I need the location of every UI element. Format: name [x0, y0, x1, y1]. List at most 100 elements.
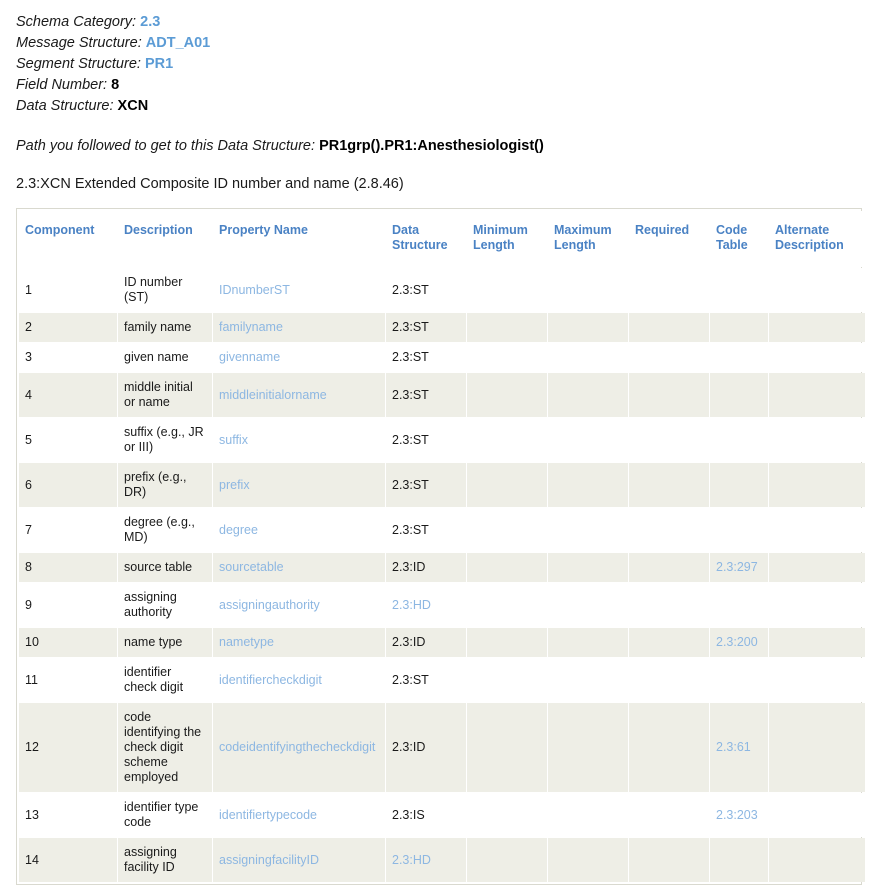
cell-code-table-text: 2.3:61: [716, 740, 751, 754]
cell-component: 4: [19, 373, 117, 417]
cell-code-table[interactable]: 2.3:203: [710, 793, 768, 837]
cell-code-table[interactable]: 2.3:200: [710, 628, 768, 657]
cell-data-structure-text: 2.3:ID: [392, 740, 426, 754]
cell-component-text: 3: [25, 350, 32, 364]
cell-alternate-description: [769, 658, 865, 702]
cell-alternate-description: [769, 508, 865, 552]
cell-property-name[interactable]: identifiercheckdigit: [213, 658, 385, 702]
cell-property-name[interactable]: codeidentifyingthecheckdigit: [213, 703, 385, 792]
table-row: 7 degree (e.g., MD) degree 2.3:ST: [19, 508, 865, 552]
cell-description: suffix (e.g., JR or III): [118, 418, 212, 462]
cell-data-structure: 2.3:IS: [386, 793, 466, 837]
cell-property-name-text: nametype: [219, 635, 274, 649]
cell-data-structure[interactable]: 2.3:HD: [386, 838, 466, 882]
cell-property-name-text: assigningfacilityID: [219, 852, 320, 867]
cell-component-text: 13: [25, 807, 39, 822]
cell-property-name[interactable]: degree: [213, 508, 385, 552]
cell-required: [629, 553, 709, 582]
cell-maximum-length: [548, 703, 628, 792]
column-header-property-name: Property Name: [213, 211, 385, 267]
cell-property-name[interactable]: prefix: [213, 463, 385, 507]
cell-component: 9: [19, 583, 117, 627]
cell-alternate-description: [769, 268, 865, 312]
cell-alternate-description: [769, 373, 865, 417]
schema-table-body: 1 ID number (ST) IDnumberST 2.3:ST 2 family n…: [19, 268, 865, 882]
meta-value-schema-category[interactable]: 2.3: [140, 14, 160, 30]
cell-code-table: [710, 508, 768, 552]
table-row: 11 identifier check digit identifiercheckd…: [19, 658, 865, 702]
cell-maximum-length: [548, 583, 628, 627]
cell-required: [629, 793, 709, 837]
cell-minimum-length: [467, 373, 547, 417]
meta-label-message-structure: Message Structure:: [16, 35, 142, 51]
cell-property-name-text: middleinitialorname: [219, 387, 327, 402]
schema-table-head: Component Description Property Name Data…: [19, 211, 865, 267]
meta-value-segment-structure[interactable]: PR1: [145, 56, 173, 72]
cell-data-structure-text: 2.3:HD: [392, 597, 431, 612]
cell-property-name[interactable]: familyname: [213, 313, 385, 342]
cell-property-name-text: identifiercheckdigit: [219, 672, 322, 687]
cell-property-name[interactable]: IDnumberST: [213, 268, 385, 312]
cell-code-table[interactable]: 2.3:297: [710, 553, 768, 582]
cell-alternate-description: [769, 343, 865, 372]
cell-property-name-text: sourcetable: [219, 560, 284, 574]
cell-component: 5: [19, 418, 117, 462]
meta-value-field-number: 8: [111, 77, 120, 93]
table-row: 13 identifier type code identifiertypecode…: [19, 793, 865, 837]
cell-required: [629, 628, 709, 657]
cell-description: code identifying the check digit scheme …: [118, 703, 212, 792]
cell-component-text: 6: [25, 477, 32, 492]
cell-data-structure-text: 2.3:ST: [392, 432, 429, 447]
cell-code-table: [710, 583, 768, 627]
cell-description-text: middle initial or name: [124, 380, 193, 409]
cell-data-structure-text: 2.3:ST: [392, 350, 429, 364]
cell-component: 6: [19, 463, 117, 507]
meta-value-data-structure: XCN: [117, 98, 149, 114]
cell-minimum-length: [467, 703, 547, 792]
cell-component: 10: [19, 628, 117, 657]
table-row: 5 suffix (e.g., JR or III) suffix 2.3:ST: [19, 418, 865, 462]
cell-description-text: identifier type code: [124, 800, 199, 829]
cell-data-structure: 2.3:ST: [386, 313, 466, 342]
cell-component: 2: [19, 313, 117, 342]
cell-component-text: 8: [25, 560, 32, 574]
column-header-required: Required: [629, 211, 709, 267]
cell-minimum-length: [467, 463, 547, 507]
cell-property-name[interactable]: identifiertypecode: [213, 793, 385, 837]
meta-value-message-structure[interactable]: ADT_A01: [146, 35, 210, 51]
cell-data-structure[interactable]: 2.3:HD: [386, 583, 466, 627]
cell-description: ID number (ST): [118, 268, 212, 312]
cell-property-name[interactable]: nametype: [213, 628, 385, 657]
column-header-component: Component: [19, 211, 117, 267]
cell-property-name[interactable]: sourcetable: [213, 553, 385, 582]
table-row: 2 family name familyname 2.3:ST: [19, 313, 865, 342]
cell-property-name[interactable]: assigningfacilityID: [213, 838, 385, 882]
cell-alternate-description: [769, 793, 865, 837]
cell-description-text: ID number (ST): [124, 275, 183, 304]
cell-property-name[interactable]: givenname: [213, 343, 385, 372]
cell-data-structure: 2.3:ID: [386, 703, 466, 792]
cell-property-name[interactable]: middleinitialorname: [213, 373, 385, 417]
cell-maximum-length: [548, 373, 628, 417]
table-row: 3 given name givenname 2.3:ST: [19, 343, 865, 372]
document-page: Schema Category: 2.3 Message Structure: …: [0, 0, 873, 885]
cell-minimum-length: [467, 793, 547, 837]
cell-data-structure: 2.3:ID: [386, 553, 466, 582]
cell-code-table[interactable]: 2.3:61: [710, 703, 768, 792]
meta-label-field-number: Field Number:: [16, 77, 108, 93]
cell-description: prefix (e.g., DR): [118, 463, 212, 507]
cell-description-text: code identifying the check digit scheme …: [124, 710, 202, 784]
schema-meta-block: Schema Category: 2.3 Message Structure: …: [16, 12, 873, 117]
cell-minimum-length: [467, 553, 547, 582]
cell-maximum-length: [548, 553, 628, 582]
cell-data-structure: 2.3:ST: [386, 418, 466, 462]
cell-code-table: [710, 268, 768, 312]
cell-description-text: assigning facility ID: [124, 845, 177, 874]
path-value: PR1grp().PR1:Anesthesiologist(): [319, 138, 544, 154]
cell-property-name[interactable]: suffix: [213, 418, 385, 462]
schema-table-container: Component Description Property Name Data…: [16, 208, 865, 885]
cell-property-name[interactable]: assigningauthority: [213, 583, 385, 627]
cell-required: [629, 703, 709, 792]
cell-component-text: 5: [25, 432, 32, 447]
table-row: 1 ID number (ST) IDnumberST 2.3:ST: [19, 268, 865, 312]
